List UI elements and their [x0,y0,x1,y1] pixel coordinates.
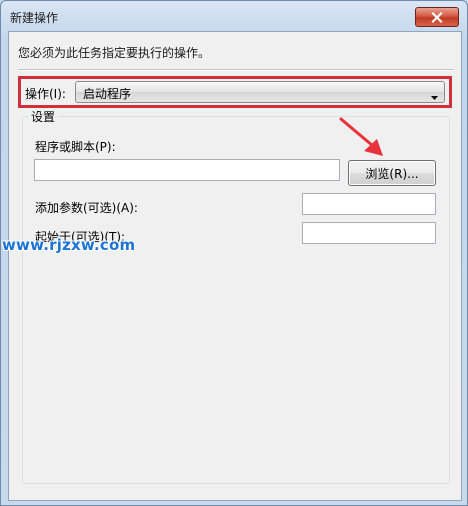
site-watermark: www.rjzxw.com [2,236,136,254]
program-label: 程序或脚本(P): [35,140,116,154]
window-title: 新建操作 [10,11,59,25]
action-dropdown[interactable]: 启动程序 [75,81,445,103]
title-bar[interactable]: 新建操作 [1,1,467,31]
chevron-down-icon [431,89,438,103]
action-dropdown-value: 启动程序 [83,87,132,101]
arguments-input[interactable] [302,193,436,215]
close-icon [431,11,443,23]
instruction-text: 您必须为此任务指定要执行的操作。 [18,46,211,60]
settings-group-label: 设置 [28,108,59,125]
arguments-label: 添加参数(可选)(A): [35,201,138,215]
action-label: 操作(I): [25,87,66,101]
start-in-input[interactable] [302,222,436,244]
divider [18,69,454,71]
dialog-body: 您必须为此任务指定要执行的操作。 操作(I): 启动程序 设置 程序或脚本(P)… [8,31,462,501]
program-input[interactable] [34,159,340,181]
browse-button[interactable]: 浏览(R)... [348,160,436,186]
close-button[interactable] [415,7,459,27]
action-highlight-box: 操作(I): 启动程序 [18,76,452,108]
